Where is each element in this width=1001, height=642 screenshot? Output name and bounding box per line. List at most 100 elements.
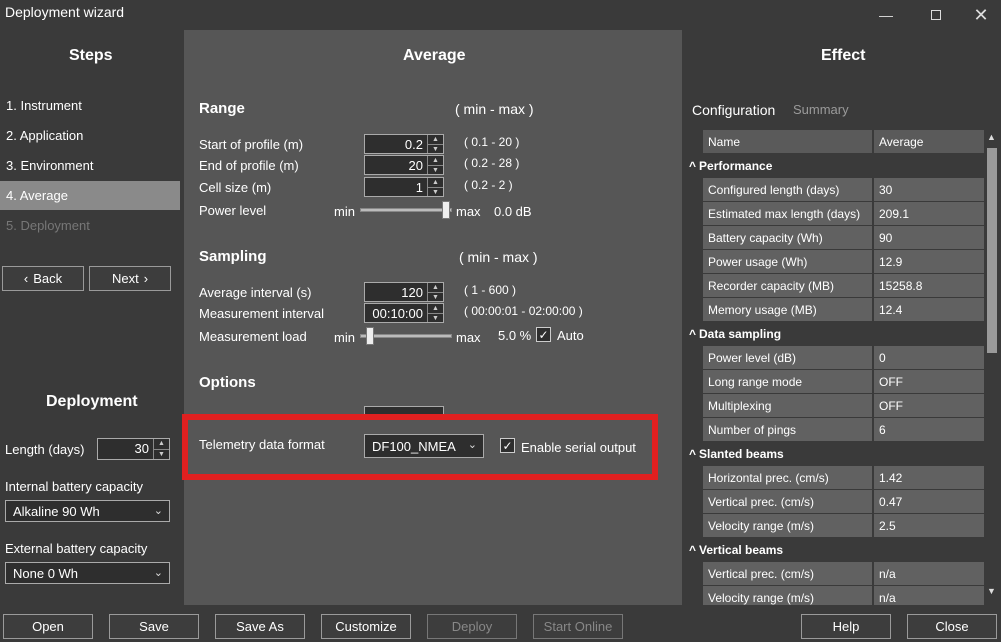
end-profile-stepper[interactable]: 20 ▲ ▼: [364, 155, 444, 175]
row-name-cell: Battery capacity (Wh): [703, 226, 872, 249]
row-value-cell: n/a: [874, 562, 984, 585]
table-row[interactable]: Number of pings 6: [703, 418, 984, 442]
table-row[interactable]: Velocity range (m/s) n/a: [703, 586, 984, 605]
deployment-heading: Deployment: [46, 393, 138, 410]
spin-up-icon[interactable]: ▲: [428, 178, 443, 187]
col-name-header[interactable]: Name: [703, 130, 872, 153]
save-button[interactable]: Save: [109, 614, 199, 639]
spin-up-icon[interactable]: ▲: [428, 156, 443, 165]
group-header[interactable]: ^ Performance: [689, 154, 772, 178]
power-slider-thumb[interactable]: [442, 201, 450, 219]
table-row[interactable]: Horizontal prec. (cm/s) 1.42: [703, 466, 984, 490]
external-battery-select[interactable]: None 0 Wh ⌄: [5, 562, 170, 584]
checkmark-icon: ✓: [538, 327, 549, 342]
row-value-cell: OFF: [874, 394, 984, 417]
row-name-cell: Memory usage (MB): [703, 298, 872, 321]
spin-up-icon[interactable]: ▲: [428, 283, 443, 292]
table-row[interactable]: Velocity range (m/s) 2.5: [703, 514, 984, 538]
next-button[interactable]: Next ›: [89, 266, 171, 291]
save-as-button[interactable]: Save As: [215, 614, 305, 639]
tab-configuration[interactable]: Configuration: [692, 102, 775, 118]
internal-battery-select[interactable]: Alkaline 90 Wh ⌄: [5, 500, 170, 522]
table-row[interactable]: Memory usage (MB) 12.4: [703, 298, 984, 322]
spin-down-icon[interactable]: ▼: [428, 313, 443, 323]
group-header[interactable]: ^ Slanted beams: [689, 442, 784, 466]
grid-header: Name Average: [703, 130, 984, 154]
external-battery-value: None 0 Wh: [13, 565, 79, 581]
cell-size-stepper[interactable]: 1 ▲ ▼: [364, 177, 444, 197]
table-row[interactable]: Long range mode OFF: [703, 370, 984, 394]
col-value-header[interactable]: Average: [874, 130, 984, 153]
grid-scrollbar[interactable]: ▲ ▼: [984, 130, 1000, 605]
scroll-up-icon[interactable]: ▲: [987, 132, 996, 142]
spin-down-icon[interactable]: ▼: [428, 292, 443, 302]
group-header[interactable]: ^ Data sampling: [689, 322, 781, 346]
table-row[interactable]: Power level (dB) 0: [703, 346, 984, 370]
end-profile-value: 20: [408, 158, 423, 173]
row-name-cell: Vertical prec. (cm/s): [703, 562, 872, 585]
end-profile-range: ( 0.2 - 28 ): [464, 156, 520, 170]
help-button[interactable]: Help: [801, 614, 891, 639]
auto-checkbox[interactable]: ✓: [536, 327, 551, 342]
table-row[interactable]: Recorder capacity (MB) 15258.8: [703, 274, 984, 298]
table-row[interactable]: Estimated max length (days) 209.1: [703, 202, 984, 226]
spin-down-icon[interactable]: ▼: [428, 187, 443, 197]
measurement-load-slider[interactable]: [360, 327, 452, 345]
tab-summary[interactable]: Summary: [793, 102, 849, 117]
collapse-caret-icon[interactable]: ^: [689, 327, 696, 341]
table-row[interactable]: Vertical prec. (cm/s) n/a: [703, 562, 984, 586]
collapse-caret-icon[interactable]: ^: [689, 543, 696, 557]
measurement-load-value: 5.0 %: [498, 328, 532, 343]
measurement-interval-stepper[interactable]: 00:10:00 ▲ ▼: [364, 303, 444, 323]
spin-up-icon[interactable]: ▲: [428, 135, 443, 144]
average-interval-stepper[interactable]: 120 ▲ ▼: [364, 282, 444, 302]
scroll-thumb[interactable]: [987, 148, 997, 353]
measurement-interval-value: 00:10:00: [372, 306, 423, 321]
row-name-cell: Power usage (Wh): [703, 250, 872, 273]
power-max-label: max: [456, 204, 481, 219]
customize-button[interactable]: Customize: [321, 614, 411, 639]
table-row[interactable]: Battery capacity (Wh) 90: [703, 226, 984, 250]
spin-down-icon[interactable]: ▼: [154, 448, 169, 460]
chevron-down-icon: ⌄: [153, 567, 163, 579]
maximize-icon[interactable]: [913, 2, 959, 28]
spin-up-icon[interactable]: ▲: [154, 439, 169, 449]
length-value: 30: [134, 441, 149, 456]
table-row[interactable]: Configured length (days) 30: [703, 178, 984, 202]
close-icon[interactable]: ✕: [958, 2, 1001, 28]
internal-battery-value: Alkaline 90 Wh: [13, 503, 100, 519]
step-environment[interactable]: 3. Environment: [0, 151, 180, 180]
back-button[interactable]: ‹ Back: [2, 266, 84, 291]
load-slider-thumb[interactable]: [366, 327, 375, 345]
power-level-slider[interactable]: [360, 201, 452, 219]
chevron-right-icon: ›: [143, 271, 149, 286]
step-instrument[interactable]: 1. Instrument: [0, 91, 180, 120]
average-interval-label: Average interval (s): [199, 285, 312, 300]
length-stepper[interactable]: 30 ▲ ▼: [97, 438, 170, 460]
minimize-icon[interactable]: —: [863, 2, 909, 28]
spin-down-icon[interactable]: ▼: [428, 144, 443, 154]
spin-down-icon[interactable]: ▼: [428, 165, 443, 175]
table-row[interactable]: Vertical prec. (cm/s) 0.47: [703, 490, 984, 514]
step-application[interactable]: 2. Application: [0, 121, 180, 150]
spin-up-icon[interactable]: ▲: [428, 304, 443, 313]
table-row[interactable]: Multiplexing OFF: [703, 394, 984, 418]
collapse-caret-icon[interactable]: ^: [689, 159, 696, 173]
start-profile-stepper[interactable]: 0.2 ▲ ▼: [364, 134, 444, 154]
back-label: Back: [33, 271, 63, 286]
table-row[interactable]: Power usage (Wh) 12.9: [703, 250, 984, 274]
scroll-down-icon[interactable]: ▼: [987, 586, 996, 596]
close-button[interactable]: Close: [907, 614, 997, 639]
open-button[interactable]: Open: [3, 614, 93, 639]
title-bar: [0, 0, 1001, 30]
collapse-caret-icon[interactable]: ^: [689, 447, 696, 461]
row-name-cell: Velocity range (m/s): [703, 586, 872, 605]
row-name-cell: Estimated max length (days): [703, 202, 872, 225]
load-min-label: min: [334, 330, 355, 345]
load-max-label: max: [456, 330, 481, 345]
step-average[interactable]: 4. Average: [0, 181, 180, 210]
highlight-box: [182, 414, 658, 480]
group-header[interactable]: ^ Vertical beams: [689, 538, 783, 562]
row-name-cell: Power level (dB): [703, 346, 872, 369]
power-slider-track: [360, 208, 452, 212]
